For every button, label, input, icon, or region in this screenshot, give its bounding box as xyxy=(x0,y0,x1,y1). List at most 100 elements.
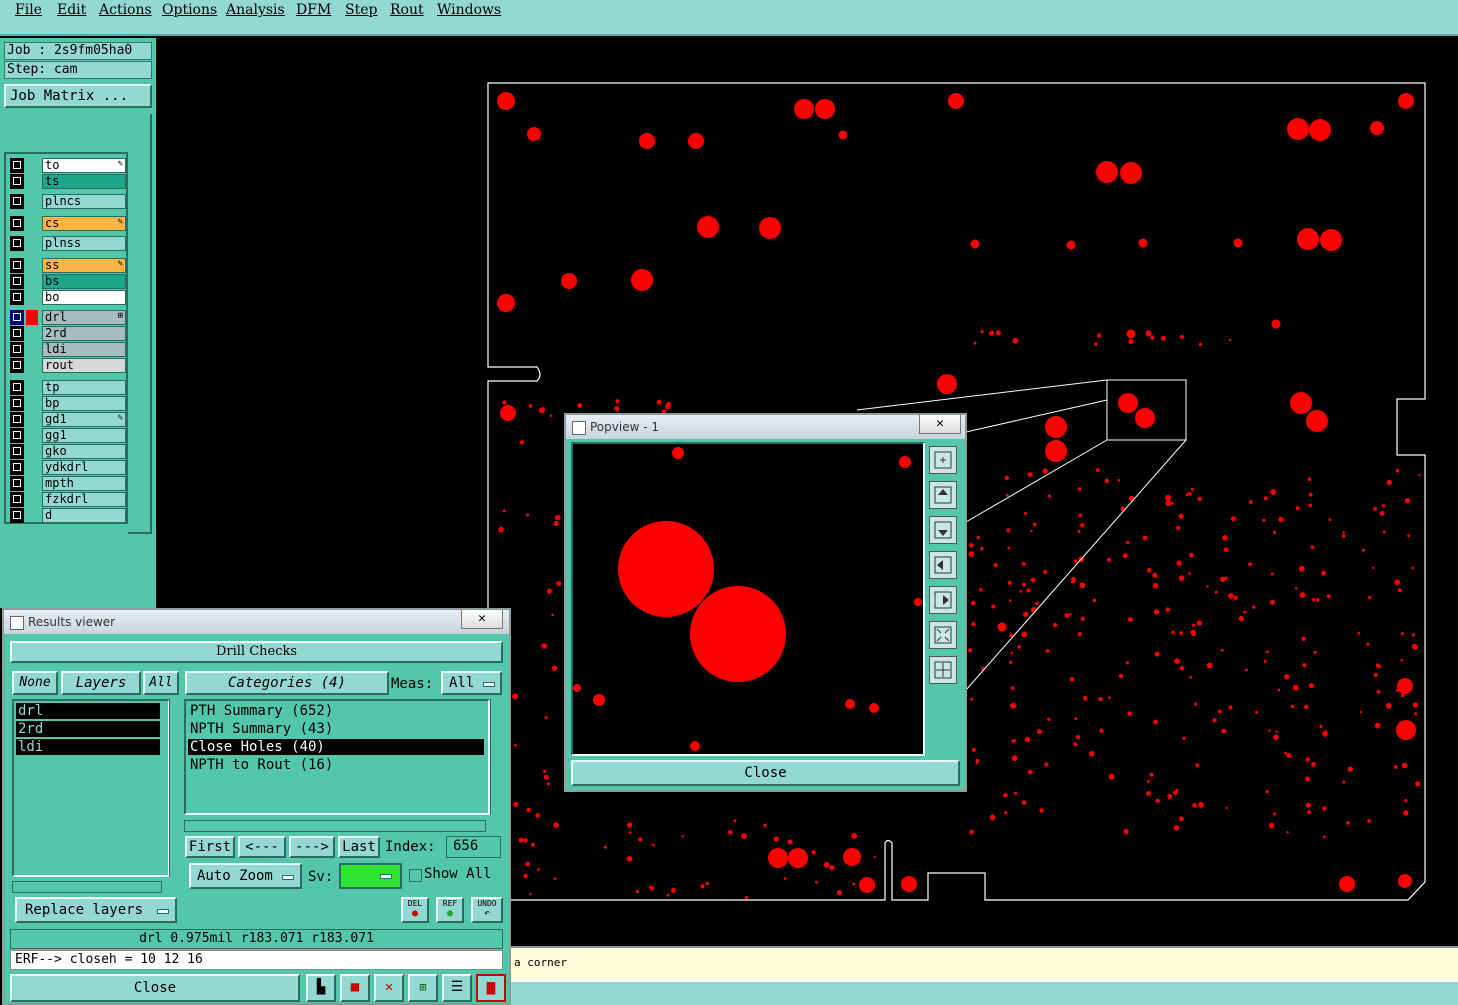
categories-hscrollbar[interactable] xyxy=(184,820,486,832)
layer-row-bs[interactable]: bs xyxy=(8,274,126,289)
layer-checkbox[interactable] xyxy=(10,476,24,491)
layer-name[interactable]: gko xyxy=(42,444,126,459)
popview-canvas[interactable] xyxy=(571,442,925,756)
layer-row-fzkdrl[interactable]: fzkdrl xyxy=(8,492,126,507)
pan-right-icon[interactable] xyxy=(929,586,957,614)
last-button[interactable]: Last xyxy=(338,836,380,858)
layer-name[interactable]: gg1 xyxy=(42,428,126,443)
delete-button[interactable]: DEL ● xyxy=(401,897,429,923)
histogram-icon[interactable]: ▙ xyxy=(306,974,336,1002)
pan-down-icon[interactable] xyxy=(929,516,957,544)
replace-layers-select[interactable]: Replace layers xyxy=(15,897,177,923)
menu-edit[interactable]: Edit xyxy=(57,2,86,18)
menu-file[interactable]: File xyxy=(15,2,42,18)
category-item[interactable]: NPTH to Rout (16) xyxy=(188,757,484,773)
layer-row-drl[interactable]: drl ⊞ xyxy=(8,310,126,325)
next-button[interactable]: ---> xyxy=(289,836,335,858)
layer-row-d[interactable]: d xyxy=(8,508,126,523)
popview-close-button[interactable]: Close xyxy=(571,760,960,786)
results-layer-item[interactable]: 2rd xyxy=(16,721,160,737)
layer-row-gd1[interactable]: gd1 ✎ xyxy=(8,412,126,427)
layer-name[interactable]: rout xyxy=(42,358,126,373)
layer-row-bo[interactable]: bo xyxy=(8,290,126,305)
layer-row-mpth[interactable]: mpth xyxy=(8,476,126,491)
layer-checkbox[interactable] xyxy=(10,396,24,411)
layer-checkbox[interactable] xyxy=(10,358,24,373)
layer-name[interactable]: 2rd xyxy=(42,326,126,341)
layer-name[interactable]: bo xyxy=(42,290,126,305)
layer-name[interactable]: plnss xyxy=(42,236,126,251)
bar-chart-icon[interactable]: ▆ xyxy=(476,974,506,1002)
zoom-fit-icon[interactable] xyxy=(929,621,957,649)
layer-name[interactable]: bp xyxy=(42,396,126,411)
layer-checkbox[interactable] xyxy=(10,380,24,395)
layer-checkbox[interactable] xyxy=(10,310,24,325)
layer-name[interactable]: d xyxy=(42,508,126,523)
layer-name[interactable]: cs xyxy=(42,216,126,231)
layer-name[interactable]: bs xyxy=(42,274,126,289)
ref-button[interactable]: REF ● xyxy=(436,897,464,923)
layer-row-ydkdrl[interactable]: ydkdrl xyxy=(8,460,126,475)
layer-list-scrollbar[interactable] xyxy=(169,699,182,877)
first-button[interactable]: First xyxy=(185,836,235,858)
layer-checkbox[interactable] xyxy=(10,492,24,507)
menu-rout[interactable]: Rout xyxy=(390,2,424,18)
layer-checkbox[interactable] xyxy=(10,508,24,523)
drill-checks-header[interactable]: Drill Checks xyxy=(10,641,503,663)
layer-checkbox[interactable] xyxy=(10,174,24,189)
layer-row-tp[interactable]: tp xyxy=(8,380,126,395)
layer-row-gg1[interactable]: gg1 xyxy=(8,428,126,443)
meas-select[interactable]: All xyxy=(441,671,502,695)
layer-checkbox[interactable] xyxy=(10,412,24,427)
results-layer-item[interactable]: ldi xyxy=(16,739,160,755)
layer-row-rout[interactable]: rout xyxy=(8,358,126,373)
results-titlebar[interactable]: Results viewer xyxy=(4,610,509,634)
prev-button[interactable]: <--- xyxy=(238,836,286,858)
layer-name[interactable]: ss xyxy=(42,258,126,273)
none-button[interactable]: None xyxy=(12,671,58,695)
pan-left-icon[interactable] xyxy=(929,551,957,579)
layer-checkbox[interactable] xyxy=(10,236,24,251)
layer-row-2rd[interactable]: 2rd xyxy=(8,326,126,341)
layer-row-ss[interactable]: ss ✎ xyxy=(8,258,126,273)
layer-name[interactable]: ts xyxy=(42,174,126,189)
menu-options[interactable]: Options xyxy=(162,2,217,18)
layer-list-hscrollbar[interactable] xyxy=(12,881,162,893)
job-matrix-button[interactable]: Job Matrix ... xyxy=(4,84,152,108)
layer-checkbox[interactable] xyxy=(10,444,24,459)
all-button[interactable]: All xyxy=(143,671,179,695)
layer-row-bp[interactable]: bp xyxy=(8,396,126,411)
report-icon[interactable]: ■ xyxy=(340,974,370,1002)
layer-name[interactable]: tp xyxy=(42,380,126,395)
layer-checkbox[interactable] xyxy=(10,342,24,357)
popview-close-icon[interactable]: ✕ xyxy=(919,415,961,434)
layer-row-plnss[interactable]: plnss xyxy=(8,236,126,251)
erf-cancel-icon[interactable]: ✕ xyxy=(374,974,404,1002)
layer-row-ldi[interactable]: ldi xyxy=(8,342,126,357)
layer-row-plncs[interactable]: plncs xyxy=(8,194,126,209)
layers-button[interactable]: Layers xyxy=(61,671,141,695)
layer-checkbox[interactable] xyxy=(10,258,24,273)
layer-checkbox[interactable] xyxy=(10,158,24,173)
layer-row-to[interactable]: to ✎ xyxy=(8,158,126,173)
zoom-in-icon[interactable] xyxy=(929,446,957,474)
zoom-out-icon[interactable] xyxy=(929,656,957,684)
menu-windows[interactable]: Windows xyxy=(437,2,501,18)
layer-name[interactable]: to xyxy=(42,158,126,173)
sv-color-select[interactable] xyxy=(339,863,402,889)
categories-button[interactable]: Categories (4) xyxy=(185,671,389,695)
category-item[interactable]: NPTH Summary (43) xyxy=(188,721,484,737)
layer-row-cs[interactable]: cs ✎ xyxy=(8,216,126,231)
layer-name[interactable]: plncs xyxy=(42,194,126,209)
categories-scrollbar[interactable] xyxy=(490,699,503,815)
show-all-checkbox[interactable] xyxy=(409,869,422,882)
category-item[interactable]: Close Holes (40) xyxy=(188,739,484,755)
layer-name[interactable]: gd1 xyxy=(42,412,126,427)
auto-zoom-select[interactable]: Auto Zoom xyxy=(189,863,302,889)
categories-list[interactable]: PTH Summary (652) NPTH Summary (43) Close … xyxy=(184,699,490,815)
index-input[interactable]: 656 xyxy=(446,836,501,858)
pan-up-icon[interactable] xyxy=(929,481,957,509)
layer-checkbox[interactable] xyxy=(10,274,24,289)
menu-actions[interactable]: Actions xyxy=(99,2,152,18)
layer-name[interactable]: fzkdrl xyxy=(42,492,126,507)
